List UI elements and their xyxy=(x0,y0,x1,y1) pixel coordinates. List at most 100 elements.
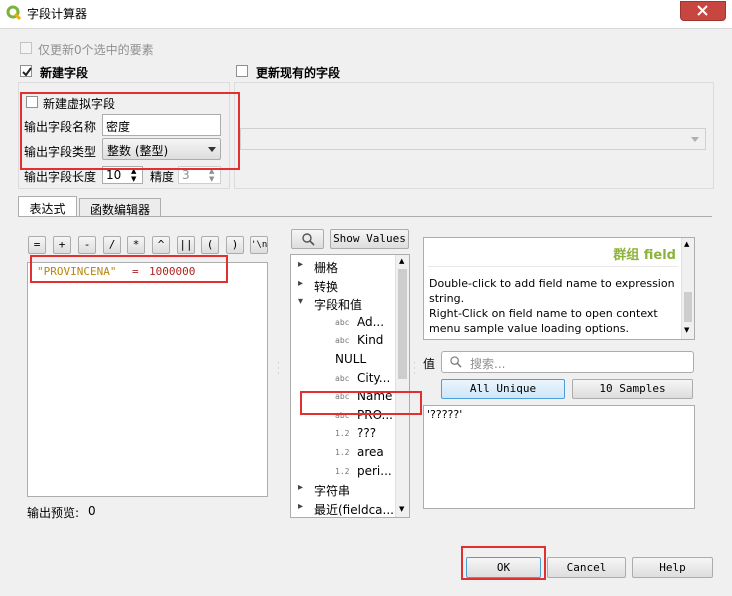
cancel-button[interactable]: Cancel xyxy=(547,557,626,578)
output-preview-value: 0 xyxy=(88,504,96,518)
tree-item-label: City... xyxy=(357,370,391,385)
operator-button-concat[interactable]: || xyxy=(177,236,195,254)
update-existing-checkbox[interactable] xyxy=(236,65,248,77)
splitter-handle[interactable]: · · · xyxy=(413,360,416,379)
help-button[interactable]: Help xyxy=(632,557,713,578)
tree-item-label: NULL xyxy=(335,352,367,366)
operator-button-divide[interactable]: / xyxy=(103,236,121,254)
help-line: string. xyxy=(429,292,465,305)
help-line: Double-click to add field name to expres… xyxy=(429,277,675,290)
splitter-handle[interactable]: · · · xyxy=(277,360,280,379)
tree-item-label: ??? xyxy=(357,426,377,441)
tree-field-item[interactable]: abc Ad... xyxy=(291,314,395,332)
values-list-item[interactable]: '?????' xyxy=(427,408,462,421)
tree-item-label: Kind xyxy=(357,333,384,348)
function-search-button[interactable] xyxy=(291,229,324,249)
tab-function-editor[interactable]: 函数编辑器 xyxy=(79,198,161,217)
qgis-logo-icon xyxy=(6,5,22,21)
number-type-icon: 1.2 xyxy=(335,466,350,476)
update-selected-checkbox[interactable] xyxy=(20,42,32,54)
tree-field-item[interactable]: 1.2??? xyxy=(291,425,395,443)
scroll-up-icon[interactable]: ▲ xyxy=(684,240,689,248)
help-divider xyxy=(428,266,678,267)
search-icon xyxy=(450,356,462,368)
expression-editor[interactable]: "PROVINCENA" = 1000000 xyxy=(27,262,268,497)
help-line: menu sample value loading options. xyxy=(429,322,629,335)
highlight-box-expression xyxy=(30,255,228,283)
all-unique-button[interactable]: All Unique xyxy=(441,379,565,399)
expand-right-icon[interactable]: ▸ xyxy=(298,501,303,512)
tree-field-item[interactable]: abc City... xyxy=(291,370,395,388)
checkmark-icon xyxy=(22,67,32,77)
tree-field-item[interactable]: 1.2 area xyxy=(291,444,395,462)
number-type-icon: 1.2 xyxy=(335,448,350,457)
ten-samples-button[interactable]: 10 Samples xyxy=(572,379,693,399)
expand-down-icon[interactable]: ▾ xyxy=(298,296,303,307)
function-tree[interactable]: ▲ ▼ ▸ 栅格 ▸ 转换 ▾ 字段和值 abc Ad... abc Kind NULL abc Cit… xyxy=(290,254,410,518)
operator-button-close-paren[interactable]: ) xyxy=(226,236,244,254)
tree-item-label: 最近(fieldca... xyxy=(314,502,394,517)
operator-button-open-paren[interactable]: ( xyxy=(201,236,219,254)
scroll-up-icon[interactable]: ▲ xyxy=(399,257,404,265)
update-existing-label: 更新现有的字段 xyxy=(256,66,341,80)
tab-expression-label: 表达式 xyxy=(29,202,66,216)
expand-right-icon[interactable]: ▸ xyxy=(298,278,303,289)
values-list[interactable]: '?????' xyxy=(423,405,695,509)
tree-item-label: 栅格 xyxy=(314,261,339,275)
tree-field-item[interactable]: 1.2 peri... xyxy=(291,463,395,481)
window-title: 字段计算器 xyxy=(27,7,88,21)
tree-group-item[interactable]: ▸ 最近(fieldca... xyxy=(291,500,395,518)
tree-group-item[interactable]: ▸ 字符串 xyxy=(291,481,395,499)
update-selected-label: 仅更新0个选中的要素 xyxy=(38,43,154,57)
values-label: 值 xyxy=(423,357,436,371)
expand-right-icon[interactable]: ▸ xyxy=(298,482,303,493)
title-bar: 字段计算器 xyxy=(0,0,732,29)
tree-group-item[interactable]: ▸ 转换 xyxy=(291,277,395,295)
tree-item-label: 字段和值 xyxy=(314,298,363,313)
help-text: Double-click to add field name to expres… xyxy=(429,276,684,336)
tree-item-label: 转换 xyxy=(314,279,339,294)
field-length-value: 10 xyxy=(106,168,122,182)
expand-right-icon[interactable]: ▸ xyxy=(298,259,303,270)
new-field-checkbox[interactable] xyxy=(20,65,32,77)
close-button[interactable] xyxy=(680,1,726,21)
search-icon xyxy=(302,233,315,246)
values-search-input[interactable]: 搜索... xyxy=(441,351,694,373)
tree-field-item[interactable]: abc Kind xyxy=(291,332,395,350)
tree-group-item[interactable]: ▾ 字段和值 xyxy=(291,295,395,313)
string-type-icon: abc xyxy=(335,336,350,346)
tree-item-label: 字符串 xyxy=(314,484,351,499)
operator-button-plus[interactable]: + xyxy=(53,236,71,254)
highlight-box-ok xyxy=(461,546,546,580)
operator-button-power[interactable]: ^ xyxy=(152,236,170,254)
close-icon xyxy=(697,5,708,16)
scroll-down-icon[interactable]: ▼ xyxy=(399,505,404,513)
operator-button-minus[interactable]: - xyxy=(78,236,96,254)
number-type-icon: 1.2 xyxy=(335,429,350,439)
tree-group-item[interactable]: ▸ 栅格 xyxy=(291,258,395,276)
scrollbar-thumb[interactable] xyxy=(398,269,407,379)
highlight-box-field xyxy=(300,391,422,415)
tab-function-editor-label: 函数编辑器 xyxy=(89,203,150,217)
tab-expression[interactable]: 表达式 xyxy=(18,196,77,217)
values-search-placeholder: 搜索... xyxy=(470,357,506,371)
new-field-label: 新建字段 xyxy=(40,66,89,80)
field-length-label: 输出字段长度 xyxy=(24,170,97,184)
function-tree-scrollbar[interactable]: ▲ ▼ xyxy=(395,255,409,517)
operator-button-newline[interactable]: '\n' xyxy=(250,236,268,254)
existing-field-select[interactable] xyxy=(240,128,706,150)
scroll-down-icon[interactable]: ▼ xyxy=(684,326,689,334)
output-preview-label: 输出预览: xyxy=(27,506,80,520)
help-scrollbar[interactable]: ▲ ▼ xyxy=(681,238,694,339)
help-line: Right-Click on field name to open contex… xyxy=(429,307,658,320)
tree-field-item[interactable]: NULL xyxy=(291,351,395,369)
precision-label: 精度 xyxy=(150,170,175,184)
operator-button-multiply[interactable]: * xyxy=(127,236,145,254)
operator-button-equals[interactable]: = xyxy=(28,236,46,254)
tree-item-label: area xyxy=(357,445,384,459)
help-panel: 群组 field Double-click to add field name … xyxy=(423,237,695,340)
show-values-button[interactable]: Show Values xyxy=(330,229,409,249)
tree-item-label: Ad... xyxy=(357,314,385,329)
string-type-icon: abc xyxy=(335,373,350,383)
scrollbar-thumb[interactable] xyxy=(684,292,692,322)
